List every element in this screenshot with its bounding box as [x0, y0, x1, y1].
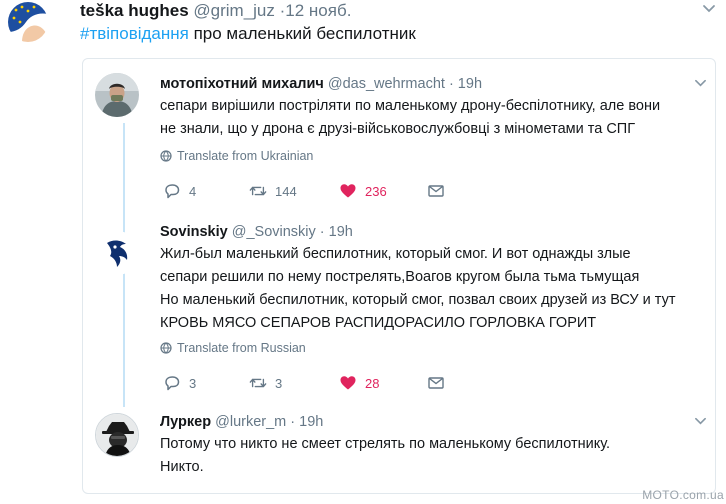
heart-icon [339, 182, 357, 200]
reply-text-line: не знали, що у дрона є друзі-військовосл… [160, 121, 636, 137]
thread-connector-line-2 [123, 259, 125, 407]
outer-tweet-header: teška hughes @grim_juz ·12 нояб. [80, 1, 351, 21]
reply-text-line: Потому что никто не смеет стрелять по ма… [160, 436, 611, 452]
retweet-action[interactable]: 3 [249, 373, 282, 393]
retweet-icon [249, 374, 267, 392]
reply-header: Sovinskiy @_Sovinskiy · 19h [160, 223, 353, 241]
reply-text-line: Никто. [160, 459, 204, 475]
reply-text: Потому что никто не смеет стрелять по ма… [160, 433, 610, 479]
author-handle[interactable]: @lurker_m [215, 414, 286, 430]
heart-icon [339, 374, 357, 392]
quoted-thread-card[interactable]: мотопіхотний михалич @das_wehrmacht · 19… [82, 58, 716, 494]
outer-author-handle[interactable]: @grim_juz [193, 1, 275, 20]
message-action[interactable] [427, 373, 445, 393]
reply-text-line: сепари решили по нему пострелять,Воагов … [160, 269, 640, 285]
reply-text: сепари вирішили постріляти по маленькому… [160, 95, 660, 141]
site-watermark: MOTO.com.ua [642, 488, 724, 502]
author-name[interactable]: Луркер [160, 414, 211, 430]
retweet-action[interactable]: 144 [249, 181, 297, 201]
chevron-down-icon[interactable] [694, 77, 707, 90]
reply-count: 4 [189, 183, 197, 199]
outer-author-name[interactable]: teška hughes [80, 1, 189, 20]
outer-tweet-body: про маленький беспилотник [188, 24, 416, 43]
timestamp[interactable]: · 19h [290, 414, 323, 430]
retweet-count: 144 [275, 183, 297, 199]
retweet-count: 3 [275, 375, 283, 391]
reply-action[interactable]: 3 [163, 373, 196, 393]
like-count: 28 [365, 375, 380, 391]
globe-icon [160, 342, 172, 354]
translate-label: Translate from Russian [177, 341, 306, 355]
reply-text-line: Но маленький беспилотник, который смог, … [160, 292, 676, 308]
like-action[interactable]: 236 [339, 181, 387, 201]
reply-header: мотопіхотний михалич @das_wehrmacht · 19… [160, 75, 482, 93]
envelope-icon [427, 182, 445, 200]
outer-timestamp[interactable]: ·12 нояб. [280, 1, 352, 20]
avatar[interactable] [95, 73, 139, 117]
reply-text: Жил-был маленький беспилотник, который с… [160, 243, 676, 335]
hashtag-link[interactable]: #твіповідання [80, 24, 189, 43]
reply-icon [163, 374, 181, 392]
reply-text-line: Жил-был маленький беспилотник, который с… [160, 246, 631, 262]
outer-tweet-text: #твіповідання про маленький беспилотник [80, 24, 416, 44]
reply-count: 3 [189, 375, 197, 391]
retweet-icon [249, 182, 267, 200]
globe-icon [160, 150, 172, 162]
reply-text-line: КРОВЬ МЯСО СЕПАРОВ РАСПИДОРАСИЛО ГОРЛОВК… [160, 315, 597, 331]
author-name[interactable]: Sovinskiy [160, 224, 228, 240]
timestamp[interactable]: · 19h [320, 224, 353, 240]
avatar[interactable] [95, 231, 139, 275]
reply-action[interactable]: 4 [163, 181, 196, 201]
reply-text-line: сепари вирішили постріляти по маленькому… [160, 98, 661, 114]
action-bar: 4 144 236 [163, 181, 463, 201]
avatar[interactable] [95, 413, 139, 457]
translate-link[interactable]: Translate from Russian [160, 341, 306, 355]
message-action[interactable] [427, 181, 445, 201]
chevron-down-icon[interactable] [694, 415, 707, 428]
author-name[interactable]: мотопіхотний михалич [160, 76, 324, 92]
outer-tweet: teška hughes @grim_juz ·12 нояб. #твіпов… [0, 0, 726, 504]
author-handle[interactable]: @_Sovinskiy [232, 224, 316, 240]
action-bar: 3 3 28 [163, 373, 463, 393]
translate-label: Translate from Ukrainian [177, 149, 314, 163]
timestamp[interactable]: · 19h [449, 76, 482, 92]
reply-icon [163, 182, 181, 200]
author-handle[interactable]: @das_wehrmacht [328, 76, 445, 92]
like-action[interactable]: 28 [339, 373, 379, 393]
translate-link[interactable]: Translate from Ukrainian [160, 149, 313, 163]
outer-avatar[interactable] [8, 2, 48, 42]
like-count: 236 [365, 183, 387, 199]
envelope-icon [427, 374, 445, 392]
reply-header: Луркер @lurker_m · 19h [160, 413, 323, 431]
chevron-down-icon[interactable] [702, 2, 716, 16]
